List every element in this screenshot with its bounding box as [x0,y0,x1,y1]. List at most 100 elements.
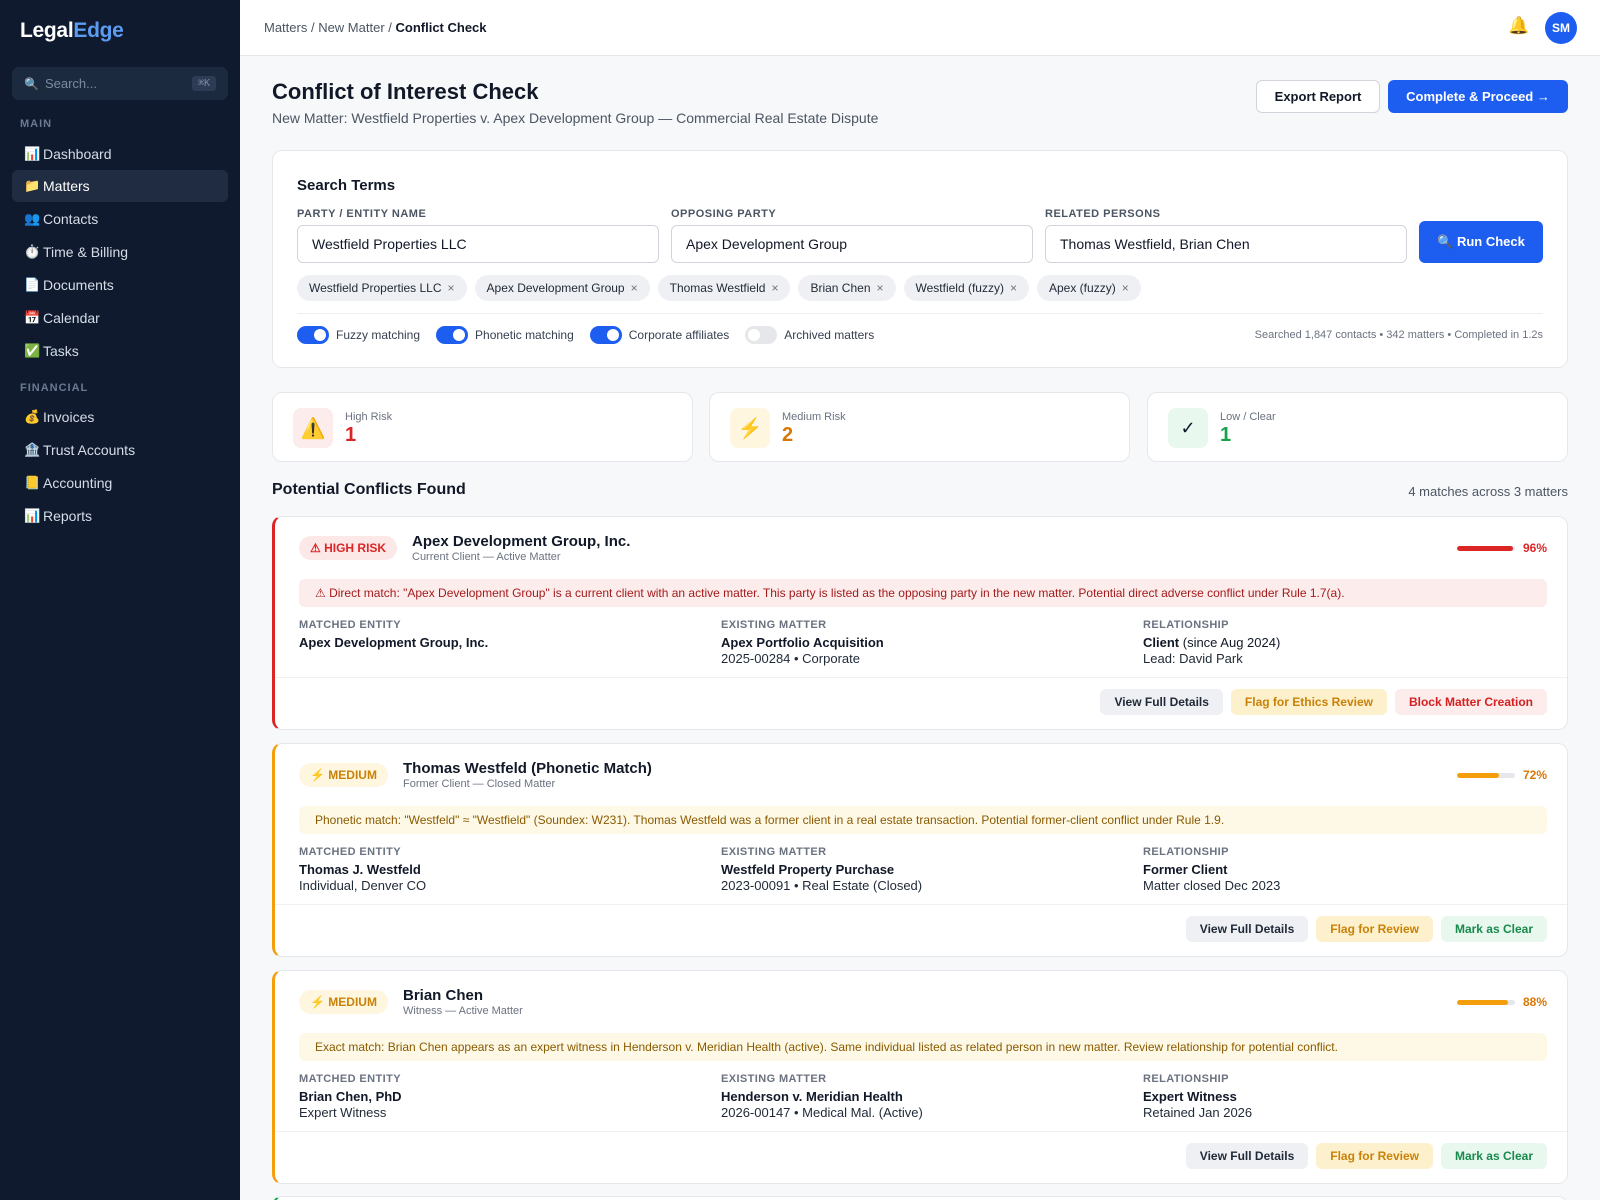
column-label: EXISTING MATTER [721,1073,827,1085]
sidebar-item-label: Trust Accounts [43,442,136,458]
view-details-button[interactable]: View Full Details [1185,916,1309,942]
match-score-bar [1457,546,1515,551]
breadcrumb-matters[interactable]: Matters [264,20,307,35]
corporate-affiliates-option: Corporate affiliates [589,326,729,344]
phonetic-matching-toggle[interactable] [436,326,469,344]
match-score-bar [1457,773,1515,778]
risk-label: High Risk [345,411,393,423]
bell-icon[interactable]: 🔔 [1508,16,1529,36]
run-check-button[interactable]: 🔍 Run Check [1419,221,1543,263]
search-icon: 🔍 [24,76,39,91]
close-icon[interactable]: × [771,281,778,295]
conflict-status: Current Client — Active Matter [412,551,561,563]
checkmark-icon: ✓ [1168,408,1208,448]
matter-name[interactable]: Henderson v. Meridian Health [721,1089,923,1104]
complete-proceed-button[interactable]: Complete & Proceed → [1388,80,1568,113]
chip-label: Thomas Westfield [669,281,766,295]
conflict-name[interactable]: Thomas Westfeld (Phonetic Match) [403,760,652,777]
sidebar-item-matters[interactable]: 📁 Matters [12,170,228,202]
divider [297,313,1543,314]
archived-matters-toggle[interactable] [745,326,778,344]
matter-name[interactable]: Westfeld Property Purchase [721,862,922,877]
matched-entity: MATCHED ENTITY Brian Chen, PhD Expert Wi… [299,1073,402,1120]
chart-icon: 📊 [24,146,41,161]
sidebar-item-tasks[interactable]: ✅ Tasks [12,335,228,367]
breadcrumb-current: Conflict Check [395,20,487,35]
risk-count: 1 [1220,424,1232,446]
stopwatch-icon: ⏱️ [24,244,41,259]
match-score: 72% [1522,768,1547,782]
search-terms-card: Search Terms PARTY / ENTITY NAME Westfie… [272,150,1568,368]
sidebar-item-label: Dashboard [43,146,112,162]
conflict-card: ⚡ MEDIUM Thomas Westfeld (Phonetic Match… [272,743,1568,957]
conflict-alert: Phonetic match: "Westfeld" ≈ "Westfield"… [299,806,1547,834]
match-score-fill [1457,546,1513,551]
sidebar-item-label: Accounting [43,475,113,491]
chip-label: Apex Development Group [486,281,625,295]
entity-detail: Expert Witness [299,1105,387,1120]
sidebar-section-financial: FINANCIAL [20,382,89,394]
warning-icon: ⚠️ [293,408,333,448]
archived-matters-option: Archived matters [745,326,874,344]
sidebar-item-label: Contacts [43,211,99,227]
flag-ethics-review-button[interactable]: Flag for Ethics Review [1230,689,1387,715]
search-term-chip: Westfield Properties LLC × [297,275,467,301]
column-label: EXISTING MATTER [721,846,827,858]
brand-name-primary: Legal [20,19,74,42]
corporate-affiliates-toggle[interactable] [589,326,622,344]
sidebar-item-label: Calendar [43,310,100,326]
flag-review-button[interactable]: Flag for Review [1316,1143,1433,1169]
matter-number: 2023-00091 • Real Estate (Closed) [721,878,923,893]
conflict-name[interactable]: Apex Development Group, Inc. [412,533,630,550]
matter-name[interactable]: Apex Portfolio Acquisition [721,635,884,650]
conflict-card: ⚠ HIGH RISK Apex Development Group, Inc.… [272,516,1568,730]
breadcrumb-new-matter[interactable]: New Matter [318,20,384,35]
divider [275,677,1567,678]
conflict-actions: View Full Details Flag for Review Mark a… [1185,916,1547,942]
sidebar-item-reports[interactable]: 📊 Reports [12,500,228,532]
conflict-name[interactable]: Brian Chen [403,987,483,1004]
close-icon[interactable]: × [877,281,884,295]
close-icon[interactable]: × [448,281,455,295]
chip-label: Brian Chen [810,281,871,295]
sidebar-item-calendar[interactable]: 📅 Calendar [12,302,228,334]
app-logo[interactable]: LegalEdge [20,19,124,43]
sidebar-item-label: Matters [43,178,90,194]
column-label: EXISTING MATTER [721,619,827,631]
sidebar-search-input[interactable]: 🔍 Search... ⌘K [12,67,228,100]
sidebar-item-contacts[interactable]: 👥 Contacts [12,203,228,235]
mark-clear-button[interactable]: Mark as Clear [1440,1143,1547,1169]
block-matter-button[interactable]: Block Matter Creation [1394,689,1547,715]
calendar-icon: 📅 [24,310,41,325]
export-report-button[interactable]: Export Report [1256,80,1380,113]
close-icon[interactable]: × [631,281,638,295]
sidebar-item-trust-accounts[interactable]: 🏦 Trust Accounts [12,434,228,466]
avatar[interactable]: SM [1545,12,1577,44]
conflict-alert: ⚠ Direct match: "Apex Development Group"… [299,579,1547,607]
sidebar-item-label: Invoices [43,409,95,425]
divider [275,904,1567,905]
sidebar-item-invoices[interactable]: 💰 Invoices [12,401,228,433]
existing-matter: EXISTING MATTER Apex Portfolio Acquisiti… [721,619,884,666]
divider [275,1131,1567,1132]
close-icon[interactable]: × [1122,281,1129,295]
relationship-type: Expert Witness [1143,1089,1237,1104]
match-score: 88% [1522,995,1547,1009]
sidebar-item-time-billing[interactable]: ⏱️ Time & Billing [12,236,228,268]
risk-label: Medium Risk [782,411,846,423]
mark-clear-button[interactable]: Mark as Clear [1440,916,1547,942]
sidebar-item-accounting[interactable]: 📒 Accounting [12,467,228,499]
flag-review-button[interactable]: Flag for Review [1316,916,1433,942]
close-icon[interactable]: × [1010,281,1017,295]
opposing-party-input[interactable]: Apex Development Group [671,225,1033,263]
sidebar-item-documents[interactable]: 📄 Documents [12,269,228,301]
conflicts-section-title: Potential Conflicts Found [272,481,466,498]
sidebar-item-dashboard[interactable]: 📊 Dashboard [12,138,228,170]
search-term-chips: Westfield Properties LLC × Apex Developme… [297,275,1141,301]
view-details-button[interactable]: View Full Details [1100,689,1223,715]
view-details-button[interactable]: View Full Details [1185,1143,1309,1169]
party-entity-input[interactable]: Westfield Properties LLC [297,225,659,263]
related-persons-input[interactable]: Thomas Westfield, Brian Chen [1045,225,1407,263]
fuzzy-matching-toggle[interactable] [297,326,329,344]
chip-label: Apex (fuzzy) [1049,281,1116,295]
